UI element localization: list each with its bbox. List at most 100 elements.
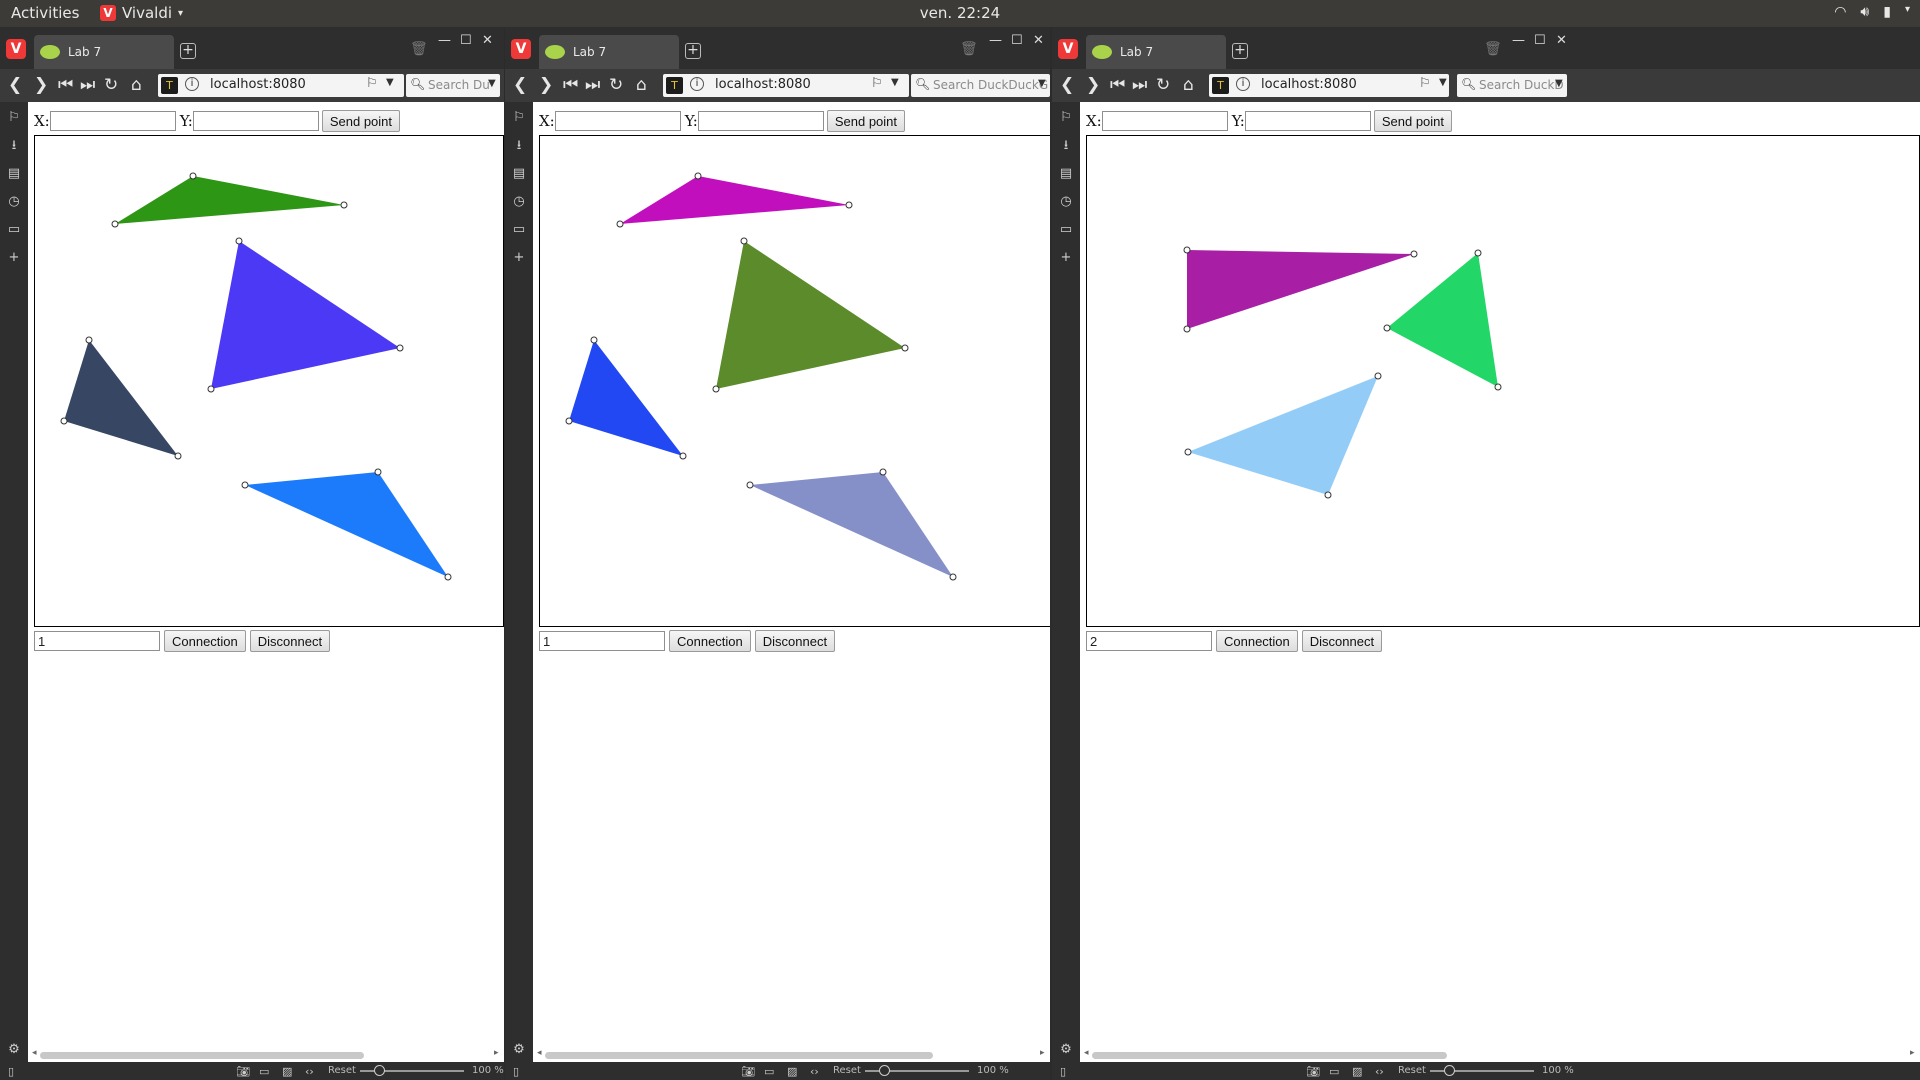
system-tray[interactable]: ◠ 🔊︎ ▮ ▾ [1834, 4, 1910, 20]
screenshot-icon[interactable]: 📷︎ [236, 1065, 250, 1078]
zoom-slider-knob[interactable] [374, 1065, 385, 1076]
images-icon[interactable]: ▨ [1352, 1065, 1362, 1078]
home-button[interactable]: ⌂ [1183, 75, 1194, 95]
rewind-button[interactable]: ⏮ [563, 75, 578, 95]
new-tab-button[interactable]: + [1232, 43, 1248, 59]
connection-button[interactable]: Connection [164, 630, 246, 652]
tiling-icon[interactable]: ▭ [259, 1065, 269, 1078]
bookmarks-panel-icon[interactable]: ⚐ [1058, 110, 1074, 126]
vertex-handle[interactable] [740, 237, 748, 245]
vertex-handle[interactable] [565, 417, 573, 425]
reload-button[interactable]: ↻ [609, 75, 623, 95]
window-panel-icon[interactable]: ▭ [6, 222, 22, 238]
vertex-handle[interactable] [694, 172, 702, 180]
screenshot-icon[interactable]: 📷︎ [741, 1065, 755, 1078]
minimize-button[interactable]: — [438, 33, 451, 48]
notes-panel-icon[interactable]: ▤ [1058, 166, 1074, 182]
vertex-handle[interactable] [712, 385, 720, 393]
settings-icon[interactable]: ⚙ [6, 1042, 22, 1058]
info-icon[interactable]: i [185, 77, 199, 91]
vertex-handle[interactable] [1184, 448, 1192, 456]
maximize-button[interactable]: ☐ [460, 33, 472, 48]
history-panel-icon[interactable]: ◷ [6, 194, 22, 210]
triangle-2[interactable] [1387, 253, 1498, 387]
vertex-handle[interactable] [679, 452, 687, 460]
vertex-handle[interactable] [60, 417, 68, 425]
vertex-handle[interactable] [1183, 246, 1191, 254]
notes-panel-icon[interactable]: ▤ [6, 166, 22, 182]
vertex-handle[interactable] [746, 481, 754, 489]
panel-toggle-icon[interactable]: ▯ [513, 1065, 519, 1078]
history-panel-icon[interactable]: ◷ [511, 194, 527, 210]
bookmark-icon[interactable]: ⚐ [1419, 76, 1431, 91]
reload-button[interactable]: ↻ [104, 75, 118, 95]
vertex-handle[interactable] [616, 220, 624, 228]
trash-icon[interactable]: 🗑︎ [1484, 41, 1502, 57]
bookmark-icon[interactable]: ⚐ [366, 76, 378, 91]
vertex-handle[interactable] [444, 573, 452, 581]
triangle-3[interactable] [64, 340, 178, 456]
minimize-button[interactable]: — [1512, 33, 1525, 48]
vertex-handle[interactable] [1374, 372, 1382, 380]
home-button[interactable]: ⌂ [131, 75, 142, 95]
vertex-handle[interactable] [340, 201, 348, 209]
activities-button[interactable]: Activities [11, 4, 79, 22]
vivaldi-menu-button[interactable]: V [6, 39, 26, 59]
y-input[interactable] [1244, 111, 1371, 131]
site-badge-icon[interactable]: T [161, 77, 178, 94]
back-button[interactable]: ❮ [8, 75, 22, 95]
vertex-handle[interactable] [1494, 383, 1502, 391]
reload-button[interactable]: ↻ [1156, 75, 1170, 95]
vertex-handle[interactable] [174, 452, 182, 460]
downloads-panel-icon[interactable]: ⭳ [1058, 138, 1074, 154]
zoom-reset-button[interactable]: Reset [833, 1065, 861, 1076]
forward-button[interactable]: ❯ [1086, 75, 1100, 95]
scroll-right-icon[interactable]: ▸ [1040, 1048, 1045, 1058]
tab-lab7[interactable]: Lab 7 [1086, 35, 1226, 69]
rewind-button[interactable]: ⏮ [58, 75, 73, 95]
url-field[interactable]: Ti localhost:8080 ⚐ ▼ [1209, 74, 1449, 97]
bookmarks-panel-icon[interactable]: ⚐ [511, 110, 527, 126]
drawing-canvas[interactable] [1086, 135, 1920, 627]
forward-button[interactable]: ❯ [539, 75, 553, 95]
vertex-handle[interactable] [235, 237, 243, 245]
downloads-panel-icon[interactable]: ⭳ [6, 138, 22, 154]
tab-lab7[interactable]: Lab 7 [34, 35, 174, 69]
search-field[interactable]: 🔍︎ Search Du ▼ [406, 74, 500, 97]
site-badge-icon[interactable]: T [666, 77, 683, 94]
vivaldi-menu-button[interactable]: V [511, 39, 531, 59]
chevron-down-icon[interactable]: ▼ [1555, 78, 1563, 89]
tiling-icon[interactable]: ▭ [764, 1065, 774, 1078]
rewind-button[interactable]: ⏮ [1110, 75, 1125, 95]
triangle-4[interactable] [750, 472, 953, 577]
vertex-handle[interactable] [901, 344, 909, 352]
tiling-icon[interactable]: ▭ [1329, 1065, 1339, 1078]
y-input[interactable] [192, 111, 319, 131]
triangle-1[interactable] [115, 176, 344, 224]
fast-forward-button[interactable]: ⏭ [80, 75, 95, 95]
search-field[interactable]: 🔍︎ Search DuckDuckG ▼ [911, 74, 1050, 97]
send-point-button[interactable]: Send point [826, 110, 906, 132]
connection-button[interactable]: Connection [1216, 630, 1298, 652]
disconnect-button[interactable]: Disconnect [1301, 630, 1383, 652]
images-icon[interactable]: ▨ [282, 1065, 292, 1078]
window-panel-icon[interactable]: ▭ [511, 222, 527, 238]
close-button[interactable]: ✕ [482, 33, 493, 48]
triangle-1[interactable] [1187, 250, 1414, 329]
system-clock[interactable]: ven. 22:24 [0, 4, 1920, 22]
chevron-down-icon[interactable]: ▼ [1439, 77, 1447, 88]
add-panel-icon[interactable]: + [6, 250, 22, 266]
send-point-button[interactable]: Send point [1373, 110, 1453, 132]
fast-forward-button[interactable]: ⏭ [1132, 75, 1147, 95]
disconnect-button[interactable]: Disconnect [249, 630, 331, 652]
connection-button[interactable]: Connection [669, 630, 751, 652]
vertex-handle[interactable] [879, 468, 887, 476]
drawing-canvas[interactable] [539, 135, 1050, 627]
triangle-4[interactable] [245, 472, 448, 577]
triangle-3[interactable] [569, 340, 683, 456]
triangles-canvas[interactable] [540, 136, 1050, 626]
info-icon[interactable]: i [1236, 77, 1250, 91]
send-point-button[interactable]: Send point [321, 110, 401, 132]
scrollbar-thumb[interactable] [40, 1052, 364, 1059]
settings-icon[interactable]: ⚙ [511, 1042, 527, 1058]
